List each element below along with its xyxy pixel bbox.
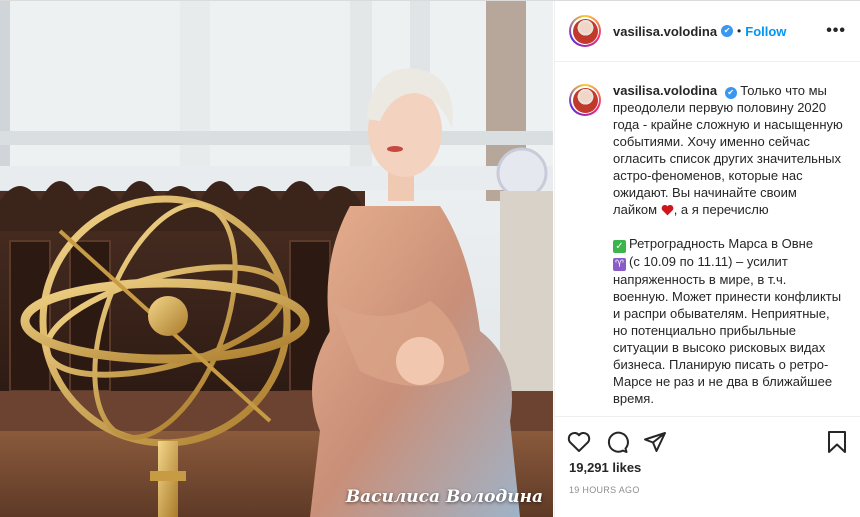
aries-icon: ♈: [613, 258, 626, 271]
follow-button[interactable]: Follow: [745, 24, 786, 39]
post-sidebar: vasilisa.volodina ✔ • Follow ••• vasilis…: [554, 1, 860, 517]
caption-intro-end: , а я перечислю: [673, 202, 769, 217]
comment-icon[interactable]: [605, 430, 629, 454]
verified-badge-icon: ✔: [721, 25, 734, 37]
heart-outline-icon[interactable]: [567, 431, 591, 453]
paper-plane-icon[interactable]: [643, 430, 667, 454]
action-bar: [555, 416, 860, 466]
item1-title: Ретроградность Марса в Овне: [629, 236, 814, 251]
bookmark-icon[interactable]: [826, 430, 848, 454]
caption-intro: Только что мы преодолели первую половину…: [613, 83, 843, 217]
post-header: vasilisa.volodina ✔ • Follow •••: [555, 1, 860, 62]
post-timestamp[interactable]: 19 HOURS AGO: [569, 485, 640, 495]
red-heart-icon: [661, 204, 674, 216]
item1-body: (с 10.09 по 11.11) – усилит напряженност…: [613, 254, 842, 406]
caption-avatar[interactable]: [569, 84, 601, 116]
more-options-icon[interactable]: •••: [826, 22, 846, 40]
photo-illustration: [0, 1, 553, 517]
green-check-icon: ✓: [613, 240, 626, 253]
separator-dot: •: [737, 24, 742, 38]
post-photo[interactable]: Василиса Володина: [0, 1, 553, 517]
caption: vasilisa.volodina ✔ Только что мы преодо…: [569, 82, 844, 407]
avatar-image: [572, 18, 598, 44]
caption-text: vasilisa.volodina ✔ Только что мы преодо…: [613, 82, 844, 407]
instagram-post: Василиса Володина vasilisa.volodina ✔ • …: [0, 0, 860, 517]
caption-scroll-area[interactable]: vasilisa.volodina ✔ Только что мы преодо…: [555, 62, 860, 416]
avatar[interactable]: [569, 15, 601, 47]
likes-count[interactable]: 19,291 likes: [569, 460, 641, 475]
verified-badge-icon: ✔: [724, 87, 737, 99]
header-username[interactable]: vasilisa.volodina: [613, 24, 717, 39]
caption-username[interactable]: vasilisa.volodina: [613, 83, 717, 98]
photo-watermark: Василиса Володина: [345, 487, 543, 507]
